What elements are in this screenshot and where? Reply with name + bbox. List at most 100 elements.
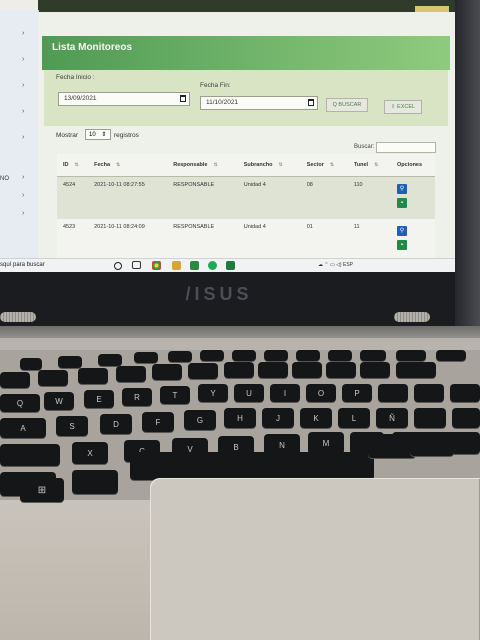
cortana-icon[interactable] [114,262,122,270]
key[interactable] [224,362,254,378]
key[interactable] [414,408,446,428]
page-length-select[interactable]: 10 ⇕ [85,129,111,140]
cell-id: 4523 [57,219,89,261]
chevron-right-icon[interactable]: › [22,210,24,217]
search-label: Buscar: [354,144,375,150]
column-header-responsable[interactable]: Responsable ⇅ [167,154,238,177]
key[interactable] [38,370,68,386]
key[interactable]: Ñ [376,408,408,428]
column-header-sector[interactable]: Sector ⇅ [300,154,348,177]
key[interactable]: D [100,414,132,434]
cell-sector: 08 [300,176,348,219]
key[interactable] [152,364,182,380]
key[interactable]: A [0,418,46,438]
chevron-right-icon[interactable]: › [22,192,24,199]
key[interactable] [436,350,466,361]
system-tray[interactable]: ☁ ⌃ ▭ ◁) ESP [318,262,353,268]
start-date-input[interactable]: 13/09/2021 [58,92,190,106]
key[interactable]: G [184,410,216,430]
key[interactable] [360,362,390,378]
trackpad[interactable] [150,478,480,640]
app-icon[interactable] [190,261,199,270]
key[interactable]: P [342,384,372,402]
key[interactable] [116,366,146,382]
chevron-right-icon[interactable]: › [22,134,24,141]
edit-icon[interactable]: ▪ [396,198,407,208]
chrome-icon[interactable] [152,261,161,270]
folder-icon[interactable] [172,261,181,270]
key[interactable]: J [262,408,294,428]
backspace-key[interactable] [396,362,436,378]
key[interactable]: T [160,386,190,404]
taskbar-search[interactable]: squí para buscar [0,262,45,268]
chevron-right-icon[interactable]: › [22,56,24,63]
column-header-tunel[interactable]: Tunel ⇅ [347,154,391,177]
key[interactable] [232,350,256,361]
search-input[interactable] [376,142,436,153]
key[interactable]: X [72,442,108,464]
key[interactable]: H [224,408,256,428]
task-view-icon[interactable] [132,261,141,269]
key[interactable] [188,363,218,379]
view-icon[interactable]: ⚲ [396,184,407,194]
key[interactable] [326,362,356,378]
key[interactable] [452,408,480,428]
key[interactable]: Q [0,394,40,412]
chevron-right-icon[interactable]: › [22,30,24,37]
key[interactable] [134,352,158,363]
key[interactable]: R [122,388,152,406]
key[interactable] [328,350,352,361]
column-header-id[interactable]: ID ⇅ [57,154,89,177]
shift-key[interactable] [0,444,60,466]
view-icon[interactable]: ⚲ [396,226,407,236]
excel-icon[interactable] [226,261,235,270]
whatsapp-icon[interactable] [208,261,217,270]
cell-fecha: 2021-10-11 08:27:55 [88,176,168,219]
key[interactable]: E [84,390,114,408]
key[interactable] [292,362,322,378]
alt-gr-key[interactable] [368,434,416,458]
calendar-icon[interactable] [308,99,314,106]
key[interactable]: K [300,408,332,428]
column-header-fecha[interactable]: Fecha ⇅ [88,154,168,177]
key[interactable] [20,358,42,370]
key[interactable]: F [142,412,174,432]
excel-button[interactable]: ⇩ EXCEL [384,100,422,114]
key[interactable] [378,384,408,402]
key[interactable]: S [56,416,88,436]
key[interactable]: W [44,392,74,410]
key[interactable]: I [270,384,300,402]
key[interactable]: O [306,384,336,402]
key[interactable] [264,350,288,361]
windows-key[interactable]: ⊞ [20,478,64,502]
table-row: 4523 2021-10-11 08:24:09 RESPONSABLE Uni… [57,219,435,261]
key[interactable] [296,350,320,361]
column-header-subrancho[interactable]: Subrancho ⇅ [237,154,301,177]
key[interactable] [414,384,444,402]
key[interactable] [396,350,426,361]
key[interactable]: U [234,384,264,402]
sidebar-item-label[interactable]: NO [0,176,9,182]
fn-key[interactable] [72,470,118,494]
key[interactable]: M [308,432,344,454]
key[interactable]: L [338,408,370,428]
key[interactable] [200,350,224,361]
spacebar[interactable] [130,452,374,480]
key[interactable] [0,372,30,388]
key[interactable] [58,356,82,368]
chevron-right-icon[interactable]: › [22,108,24,115]
key[interactable] [98,354,122,366]
calendar-icon[interactable] [180,95,186,102]
chevron-right-icon[interactable]: › [22,82,24,89]
key[interactable] [360,350,386,361]
search-button[interactable]: Q BUSCAR [326,98,368,112]
menu-key[interactable] [410,432,454,456]
key[interactable] [258,362,288,378]
key[interactable] [168,351,192,362]
key[interactable] [450,384,480,402]
edit-icon[interactable]: ▪ [396,240,407,250]
key[interactable]: Y [198,384,228,402]
end-date-input[interactable]: 11/10/2021 [200,96,318,110]
chevron-right-icon[interactable]: › [22,174,24,181]
key[interactable] [78,368,108,384]
